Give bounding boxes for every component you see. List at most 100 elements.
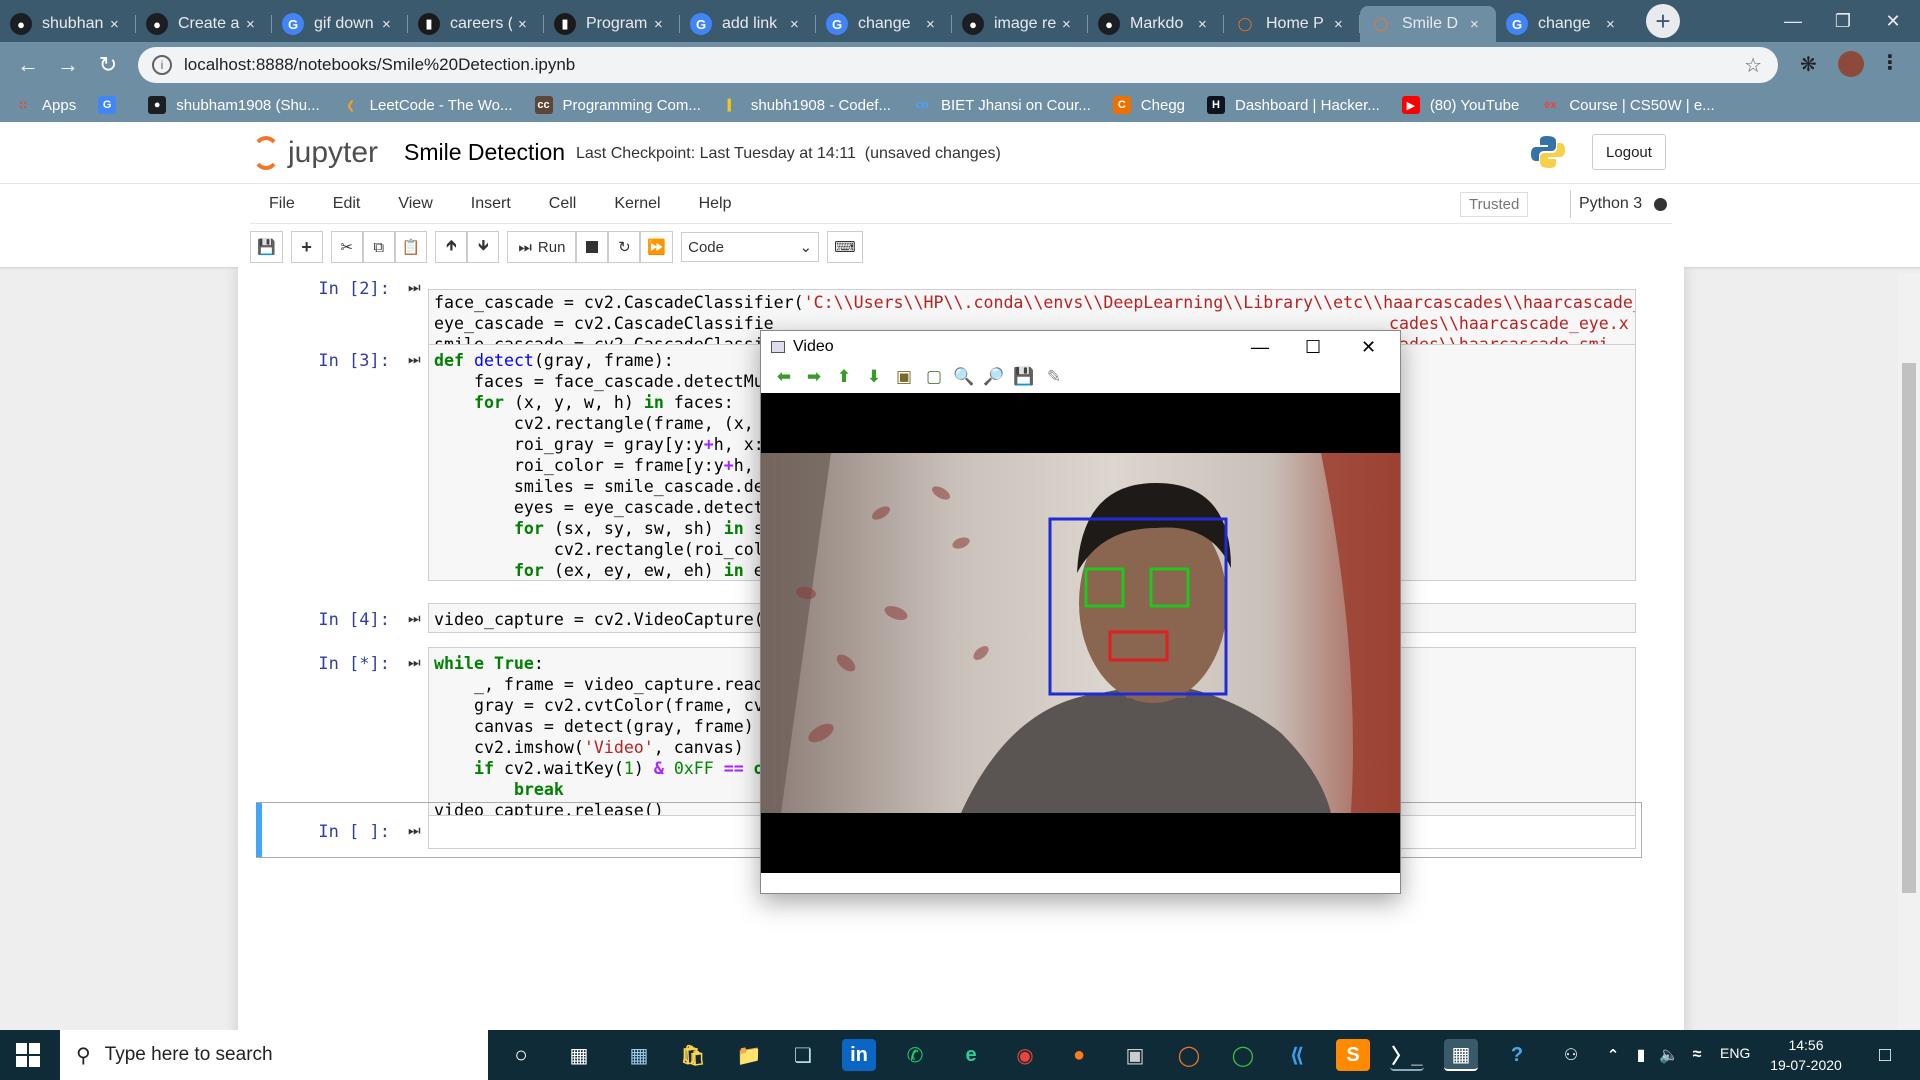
cut-button[interactable]: ✂ — [330, 231, 363, 263]
browser-tab[interactable]: ● Create a × — [136, 6, 272, 42]
pan-right-icon[interactable]: ➡ — [799, 365, 829, 389]
terminal-icon[interactable]: 〉_ — [1390, 1039, 1424, 1071]
properties-icon[interactable]: ✎ — [1039, 365, 1069, 389]
bookmark-item[interactable]: ● shubham1908 (Shu... — [148, 96, 320, 114]
help-icon[interactable]: ? — [1500, 1039, 1534, 1071]
tab-close-icon[interactable]: × — [1334, 16, 1350, 33]
bookmark-item[interactable]: ∷ Apps — [14, 96, 76, 114]
video-maximize-button[interactable]: ☐ — [1305, 337, 1321, 358]
tab-close-icon[interactable]: × — [1198, 16, 1214, 33]
page-scrollbar[interactable] — [1898, 273, 1920, 1030]
insert-cell-button[interactable]: + — [290, 231, 323, 263]
logout-button[interactable]: Logout — [1592, 134, 1666, 170]
tab-close-icon[interactable]: × — [654, 16, 670, 33]
chrome-icon[interactable]: ◉ — [1008, 1039, 1042, 1071]
cell-type-select[interactable]: Code ⌄ — [681, 232, 820, 262]
bookmark-item[interactable]: ▶ (80) YouTube — [1401, 96, 1519, 114]
run-cell-icon[interactable]: ⏭ — [408, 654, 421, 672]
tab-close-icon[interactable]: × — [790, 16, 806, 33]
pan-up-icon[interactable]: ⬆ — [829, 365, 859, 389]
people-icon[interactable]: ⚇ — [1554, 1039, 1588, 1071]
browser-tab[interactable]: ◯ Smile D × — [1360, 6, 1496, 42]
browser-tab[interactable]: Ggif down × — [272, 6, 408, 42]
browser-tab[interactable]: ● image re × — [952, 6, 1088, 42]
taskbar-clock[interactable]: 14:56 19-07-2020 — [1764, 1035, 1848, 1075]
bookmark-item[interactable]: H Dashboard | Hacker... — [1207, 96, 1380, 114]
bookmark-star-icon[interactable]: ☆ — [1744, 53, 1762, 78]
taskbar-search-box[interactable]: ⚲ Type here to search — [60, 1030, 488, 1080]
video-close-button[interactable]: ✕ — [1361, 337, 1376, 358]
tab-close-icon[interactable]: × — [1470, 16, 1486, 33]
language-indicator[interactable]: ENG — [1720, 1045, 1750, 1061]
browser-tab[interactable]: ● shubhan × — [0, 6, 136, 42]
jupyter-logo[interactable]: jupyter — [252, 136, 378, 170]
tab-close-icon[interactable]: × — [110, 16, 126, 33]
cortana-icon[interactable]: ○ — [504, 1039, 538, 1071]
reload-button[interactable]: ↻ — [88, 45, 128, 85]
site-info-icon[interactable]: i — [152, 55, 172, 75]
tab-close-icon[interactable]: × — [926, 16, 942, 33]
zoom-fit-icon[interactable]: ▣ — [889, 365, 919, 389]
browser-tab[interactable]: Gchange × — [1496, 6, 1632, 42]
save-image-icon[interactable]: 💾 — [1009, 365, 1039, 389]
browser-tab[interactable]: ● Markdo × — [1088, 6, 1224, 42]
save-button[interactable]: 💾 — [250, 231, 283, 263]
restart-button[interactable]: ↻ — [608, 231, 641, 263]
zoom-actual-icon[interactable]: ▢ — [919, 365, 949, 389]
menu-file[interactable]: File — [250, 195, 314, 213]
bookmark-item[interactable]: ex Course | CS50W | e... — [1541, 96, 1714, 114]
video-minimize-button[interactable]: — — [1251, 337, 1269, 358]
calculator-icon[interactable]: ▦ — [622, 1039, 656, 1071]
edge-icon[interactable]: e — [954, 1039, 988, 1071]
menu-cell[interactable]: Cell — [530, 195, 596, 213]
bookmark-item[interactable]: co BIET Jhansi on Cour... — [913, 96, 1091, 114]
file-explorer-icon[interactable]: 📁 — [732, 1039, 766, 1071]
windows-start-icon[interactable] — [16, 1043, 40, 1067]
run-button[interactable]: ⏭ Run — [507, 231, 577, 263]
extensions-puzzle-icon[interactable]: ❋ — [1800, 52, 1817, 77]
store-icon[interactable]: 🛍 — [676, 1039, 710, 1071]
menu-kernel[interactable]: Kernel — [595, 195, 679, 213]
opencv-window-icon[interactable]: ▦ — [1444, 1039, 1478, 1071]
browser-tab[interactable]: Gadd link × — [680, 6, 816, 42]
run-cell-icon[interactable]: ⏭ — [408, 279, 421, 297]
bookmark-item[interactable]: G — [98, 96, 126, 114]
run-cell-icon[interactable]: ⏭ — [408, 610, 421, 628]
menu-edit[interactable]: Edit — [314, 195, 380, 213]
move-down-button[interactable]: 🡻 — [467, 231, 500, 263]
back-button[interactable]: ← — [8, 45, 48, 85]
linkedin-icon[interactable]: in — [842, 1039, 876, 1071]
notepad-icon[interactable]: ❏ — [786, 1039, 820, 1071]
scrollbar-thumb[interactable] — [1902, 363, 1916, 893]
vscode-icon[interactable]: ⟪ — [1280, 1039, 1314, 1071]
tab-close-icon[interactable]: × — [382, 16, 398, 33]
bookmark-item[interactable]: cc Programming Com... — [534, 96, 701, 114]
close-window-button[interactable]: ✕ — [1868, 0, 1918, 42]
browser-tab[interactable]: ▮ careers (× — [408, 6, 544, 42]
task-view-icon[interactable]: ▦ — [562, 1039, 596, 1071]
whatsapp-icon[interactable]: ✆ — [898, 1039, 932, 1071]
tab-close-icon[interactable]: × — [246, 16, 262, 33]
forward-button[interactable]: → — [48, 45, 88, 85]
copy-button[interactable]: ⧉ — [362, 231, 395, 263]
browser-tab[interactable]: Gchange × — [816, 6, 952, 42]
video-titlebar[interactable]: Video — ☐ ✕ — [761, 331, 1400, 363]
restore-window-button[interactable]: ❐ — [1818, 0, 1868, 42]
tab-close-icon[interactable]: × — [518, 16, 534, 33]
firefox-icon[interactable]: ● — [1062, 1039, 1096, 1071]
command-palette-button[interactable]: ⌨ — [827, 231, 863, 263]
jupyter-app-icon[interactable]: ◯ — [1172, 1039, 1206, 1071]
zoom-in-icon[interactable]: 🔍 — [949, 365, 979, 389]
run-cell-icon[interactable]: ⏭ — [408, 351, 421, 369]
menu-view[interactable]: View — [379, 195, 451, 213]
move-up-button[interactable]: 🡹 — [435, 231, 468, 263]
run-all-button[interactable]: ⏩ — [640, 231, 674, 263]
tab-close-icon[interactable]: × — [1062, 16, 1078, 33]
pan-left-icon[interactable]: ⬅ — [769, 365, 799, 389]
menu-insert[interactable]: Insert — [452, 195, 530, 213]
video-window[interactable]: Video — ☐ ✕ ⬅ ➡ ⬆ ⬇ ▣ ▢ 🔍 🔎 💾 ✎ — [760, 330, 1401, 894]
browser-tab[interactable]: ▮ Program × — [544, 6, 680, 42]
bookmark-item[interactable]: ❮ LeetCode - The Wo... — [342, 96, 512, 114]
new-tab-button[interactable]: + — [1646, 4, 1680, 38]
wifi-icon[interactable]: ≈ — [1680, 1039, 1714, 1071]
